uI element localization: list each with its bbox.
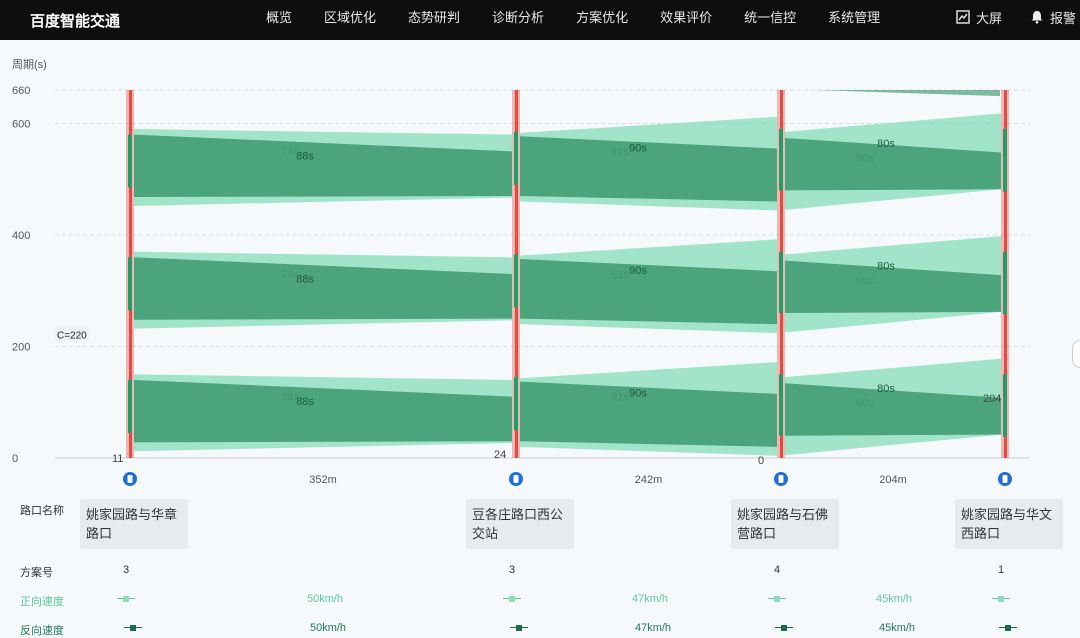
big-screen-label: 大屏 bbox=[975, 10, 1002, 26]
intersection-name-4: 姚家园路与华文西路口 bbox=[955, 499, 1063, 549]
forward-speed-marker-3 bbox=[768, 596, 786, 602]
band-reverse-label-1-1: 74s bbox=[281, 392, 299, 404]
traffic-light-icon-body-1 bbox=[127, 475, 133, 483]
cycle-label: C=220 bbox=[57, 330, 87, 341]
bell-icon bbox=[1031, 11, 1043, 24]
nav-situation-analysis[interactable]: 态势研判 bbox=[392, 0, 476, 40]
forward-speed-2: 47km/h bbox=[631, 593, 669, 605]
alarm-label: 报警 bbox=[1049, 10, 1076, 26]
signal-bar-green-3-1 bbox=[779, 374, 783, 436]
forward-speed-3: 45km/h bbox=[875, 593, 913, 605]
signal-bar-green-2-1 bbox=[514, 377, 518, 431]
band-forward-label-1-2: 90s bbox=[629, 388, 647, 400]
band-reverse-label-3-1: 74s bbox=[281, 146, 299, 158]
nav-unified-signal-control[interactable]: 统一信控 bbox=[728, 0, 812, 40]
plan-number-2: 3 bbox=[508, 564, 516, 576]
band-reverse-label-3-3: 90s bbox=[856, 152, 874, 164]
intersection-name-1: 姚家园路与华章路口 bbox=[80, 499, 188, 549]
band-reverse-label-2-1: 74s bbox=[281, 269, 299, 281]
band-forward-label-2-2: 90s bbox=[629, 265, 647, 277]
scroll-handle[interactable] bbox=[1072, 340, 1080, 368]
plan-number-3: 4 bbox=[773, 564, 781, 576]
nav-diagnosis[interactable]: 诊断分析 bbox=[476, 0, 560, 40]
main-nav: 概览 区域优化 态势研判 诊断分析 方案优化 效果评价 统一信控 系统管理 bbox=[250, 0, 896, 40]
signal-bar-green-4-3 bbox=[1003, 129, 1007, 192]
offset-label-4: 204 bbox=[983, 393, 1001, 405]
reverse-speed-1: 50km/h bbox=[309, 622, 347, 634]
band-reverse-label-2-2: 91s bbox=[611, 269, 629, 281]
top-navigation-bar: 百度智能交通 概览 区域优化 态势研判 诊断分析 方案优化 效果评价 统一信控 … bbox=[0, 0, 1080, 40]
band-reverse-label-3-2: 91s bbox=[611, 146, 629, 158]
brand-title: 百度智能交通 bbox=[30, 13, 121, 30]
traffic-light-icon-body-3 bbox=[778, 475, 784, 483]
label-forward-speed: 正向速度 bbox=[20, 596, 64, 608]
signal-bar-green-1-2 bbox=[128, 257, 132, 311]
band-reverse-label-1-3: 90s bbox=[856, 398, 874, 410]
time-space-diagram: 0200400600660C=22088s74s 90s91s80s90s88s7… bbox=[12, 85, 1030, 486]
traffic-light-icon-body-2 bbox=[513, 475, 519, 483]
forward-speed-marker-4 bbox=[992, 596, 1010, 602]
band-forward-label-3-2: 90s bbox=[629, 142, 647, 154]
signal-bar-green-1-1 bbox=[128, 379, 132, 433]
distance-label-1: 352m bbox=[309, 474, 337, 486]
band-reverse-label-2-3: 90s bbox=[856, 275, 874, 287]
signal-bar-green-4-2 bbox=[1003, 251, 1007, 315]
reverse-speed-marker-2 bbox=[510, 625, 528, 631]
band-reverse-label-1-2: 91s bbox=[611, 392, 629, 404]
signal-bar-green-2-3 bbox=[514, 131, 518, 185]
traffic-light-icon-body-4 bbox=[1002, 475, 1008, 483]
band-forward-label-3-3: 80s bbox=[877, 138, 895, 150]
reverse-speed-marker-4 bbox=[999, 625, 1017, 631]
plan-number-1: 3 bbox=[122, 564, 130, 576]
offset-label-1: 11 bbox=[112, 453, 123, 465]
alarm-button[interactable]: 报警 bbox=[1030, 8, 1076, 27]
distance-label-3: 204m bbox=[879, 474, 907, 486]
y-tick-label-400: 400 bbox=[12, 230, 30, 242]
band-forward-label-1-3: 80s bbox=[877, 383, 895, 395]
signal-bar-green-1-3 bbox=[128, 134, 132, 188]
top-partial-band bbox=[814, 90, 1000, 97]
intersection-name-2: 豆各庄路口西公交站 bbox=[466, 499, 574, 549]
forward-speed-marker-1 bbox=[117, 596, 135, 602]
offset-label-3: 0 bbox=[758, 455, 764, 467]
nav-plan-optimization[interactable]: 方案优化 bbox=[560, 0, 644, 40]
signal-bar-green-2-2 bbox=[514, 254, 518, 308]
nav-system-management[interactable]: 系统管理 bbox=[812, 0, 896, 40]
big-screen-button[interactable]: 大屏 bbox=[956, 8, 1002, 27]
forward-speed-1: 50km/h bbox=[306, 593, 344, 605]
nav-overview[interactable]: 概览 bbox=[250, 0, 308, 40]
nav-region-optimization[interactable]: 区域优化 bbox=[308, 0, 392, 40]
y-tick-label-660: 660 bbox=[12, 85, 30, 97]
band-forward-label-2-3: 80s bbox=[877, 261, 895, 273]
reverse-speed-marker-3 bbox=[775, 625, 793, 631]
signal-bar-green-3-2 bbox=[779, 251, 783, 314]
reverse-speed-marker-1 bbox=[124, 625, 142, 631]
y-tick-label-600: 600 bbox=[12, 118, 30, 130]
forward-speed-marker-2 bbox=[503, 596, 521, 602]
header-tools: 大屏 报警 bbox=[938, 0, 1076, 40]
offset-label-2: 24 bbox=[494, 449, 506, 461]
plan-number-4: 1 bbox=[997, 564, 1005, 576]
intersection-name-3: 姚家园路与石佛营路口 bbox=[731, 499, 839, 549]
y-tick-label-0: 0 bbox=[12, 453, 18, 465]
reverse-speed-3: 45km/h bbox=[878, 622, 916, 634]
label-intersection-name: 路口名称 bbox=[20, 505, 64, 517]
nav-effect-evaluation[interactable]: 效果评价 bbox=[644, 0, 728, 40]
signal-bar-green-4-1 bbox=[1003, 374, 1007, 437]
y-tick-label-200: 200 bbox=[12, 341, 30, 353]
distance-label-2: 242m bbox=[635, 474, 663, 486]
reverse-speed-2: 47km/h bbox=[634, 622, 672, 634]
signal-bar-green-3-3 bbox=[779, 129, 783, 191]
chart-icon bbox=[956, 10, 970, 24]
label-plan-number: 方案号 bbox=[20, 567, 53, 579]
